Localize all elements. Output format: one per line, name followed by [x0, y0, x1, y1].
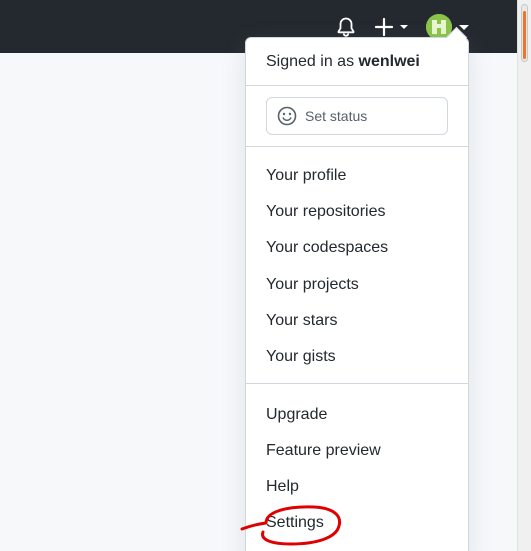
menu-item-your-repositories[interactable]: Your repositories: [266, 201, 385, 223]
scrollbar-thumb[interactable]: [521, 4, 528, 62]
set-status-label: Set status: [305, 108, 368, 124]
scrollbar-thumb-accent: [523, 11, 526, 59]
divider: [246, 146, 468, 147]
menu-item-your-stars[interactable]: Your stars: [266, 310, 337, 332]
signed-in-header: Signed in as wenlwei: [266, 53, 420, 71]
menu-item-help[interactable]: Help: [266, 476, 299, 498]
divider: [246, 85, 468, 86]
bell-icon: [337, 17, 355, 37]
divider: [246, 383, 468, 384]
menu-item-settings[interactable]: Settings: [266, 512, 324, 534]
menu-item-your-codespaces[interactable]: Your codespaces: [266, 237, 388, 259]
set-status-button[interactable]: Set status: [266, 97, 448, 135]
vertical-scrollbar[interactable]: [517, 0, 531, 551]
menu-item-feature-preview[interactable]: Feature preview: [266, 440, 381, 462]
menu-item-your-projects[interactable]: Your projects: [266, 274, 359, 296]
menu-item-your-gists[interactable]: Your gists: [266, 346, 336, 368]
username[interactable]: wenlwei: [359, 53, 420, 70]
user-dropdown-menu: Signed in as wenlwei Set status Your pro…: [245, 26, 469, 551]
menu-item-your-profile[interactable]: Your profile: [266, 165, 346, 187]
smiley-icon: [277, 106, 297, 126]
menu-item-upgrade[interactable]: Upgrade: [266, 404, 327, 426]
page: Signed in as wenlwei Set status Your pro…: [0, 0, 531, 551]
plus-dropdown-icon: [375, 17, 408, 36]
signed-in-label: Signed in as: [266, 53, 355, 70]
